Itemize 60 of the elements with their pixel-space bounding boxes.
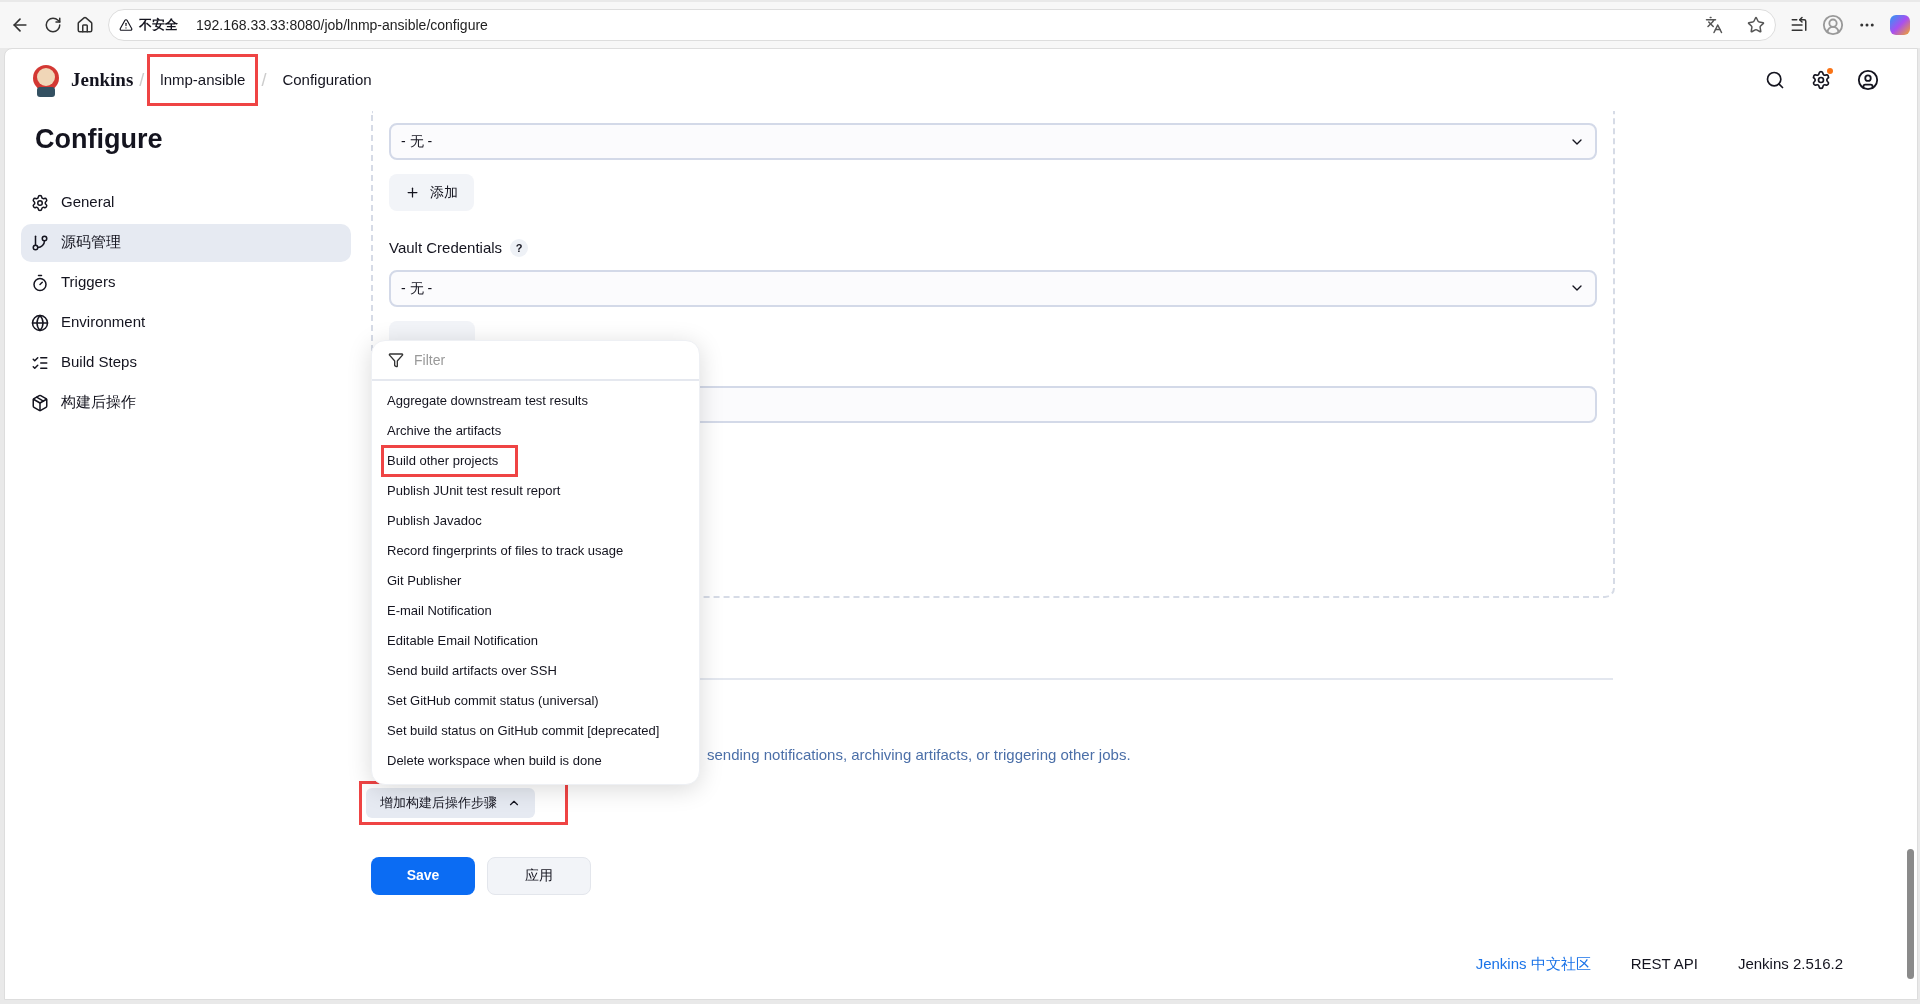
- breadcrumb-link[interactable]: Configuration: [272, 56, 382, 104]
- menu-item[interactable]: Build other projects: [372, 446, 699, 476]
- help-button[interactable]: ?: [510, 239, 529, 258]
- menu-item[interactable]: Git Publisher: [372, 566, 699, 596]
- footer-text[interactable]: REST API: [1630, 952, 1698, 976]
- menu-item[interactable]: Editable Email Notification: [372, 626, 699, 656]
- footer-text[interactable]: Jenkins 2.516.2: [1737, 952, 1843, 976]
- profile-icon[interactable]: [1822, 14, 1844, 36]
- search-icon[interactable]: [1765, 70, 1785, 90]
- breadcrumb-separator: /: [139, 68, 145, 92]
- breadcrumb-link[interactable]: lnmp-ansible: [150, 56, 256, 104]
- add-post-build-button[interactable]: 增加构建后操作步骤: [366, 787, 535, 818]
- timer-icon: [31, 273, 49, 292]
- menu-item[interactable]: Publish Javadoc: [372, 506, 699, 536]
- favorite-icon[interactable]: [1747, 16, 1765, 34]
- url-text: 192.168.33.33:8080/job/lnmp-ansible/configure: [196, 15, 488, 35]
- menu-item[interactable]: Record fingerprints of files to track usage: [372, 536, 699, 566]
- favorites-icon[interactable]: [1790, 16, 1808, 34]
- sidebar-item[interactable]: Build Steps: [21, 343, 351, 382]
- sidebar-item[interactable]: Environment: [21, 303, 351, 342]
- menu-item[interactable]: Send build artifacts over SSH: [372, 656, 699, 686]
- plus-icon: [405, 185, 420, 200]
- sidebar-item[interactable]: General: [21, 183, 351, 222]
- user-icon[interactable]: [1857, 69, 1879, 91]
- sidebar-item[interactable]: 源码管理: [21, 223, 351, 262]
- globe-icon: [31, 313, 49, 332]
- page-title: Configure: [34, 123, 164, 156]
- breadcrumb-separator: /: [261, 68, 267, 92]
- menu-item[interactable]: Delete workspace when build is done: [372, 746, 699, 776]
- select-field[interactable]: - 无 -: [389, 269, 1597, 307]
- menu-item[interactable]: Set GitHub commit status (universal): [372, 686, 699, 716]
- field-label: Vault Credentials: [389, 238, 503, 258]
- apply-button[interactable]: 应用: [487, 856, 591, 895]
- warning-icon: [119, 18, 133, 32]
- section-description: sending notifications, archiving artifacts, or triggering other jobs.: [707, 745, 1132, 765]
- home-icon[interactable]: [76, 16, 94, 34]
- add-button[interactable]: 添加: [389, 174, 474, 211]
- sidebar-item[interactable]: 构建后操作: [21, 383, 351, 422]
- save-button[interactable]: Save: [371, 856, 475, 895]
- settings-icon[interactable]: [1811, 70, 1831, 90]
- sidebar-item[interactable]: Triggers: [21, 263, 351, 302]
- brand-name[interactable]: Jenkins: [71, 65, 134, 95]
- scrollbar-thumb[interactable]: [1906, 849, 1914, 979]
- jenkins-logo-icon[interactable]: [31, 63, 61, 97]
- settings-icon: [31, 193, 49, 212]
- menu-item[interactable]: Aggregate downstream test results: [372, 386, 699, 416]
- menu-item[interactable]: E-mail Notification: [372, 596, 699, 626]
- select-field[interactable]: - 无 -: [389, 123, 1597, 160]
- menu-item[interactable]: Set build status on GitHub commit [deprecated]: [372, 716, 699, 746]
- footer-link[interactable]: Jenkins 中文社区: [1475, 952, 1591, 976]
- menu-item[interactable]: Publish JUnit test result report: [372, 476, 699, 506]
- address-bar[interactable]: 不安全 192.168.33.33:8080/job/lnmp-ansible/configure: [108, 9, 1776, 41]
- menu-item[interactable]: Archive the artifacts: [372, 416, 699, 446]
- translate-icon[interactable]: [1705, 16, 1723, 34]
- filter-icon: [388, 352, 404, 368]
- reload-icon[interactable]: [44, 16, 62, 34]
- copilot-icon[interactable]: [1890, 15, 1910, 35]
- branch-icon: [31, 233, 49, 252]
- security-label: 不安全: [139, 16, 178, 35]
- package-icon: [31, 393, 49, 412]
